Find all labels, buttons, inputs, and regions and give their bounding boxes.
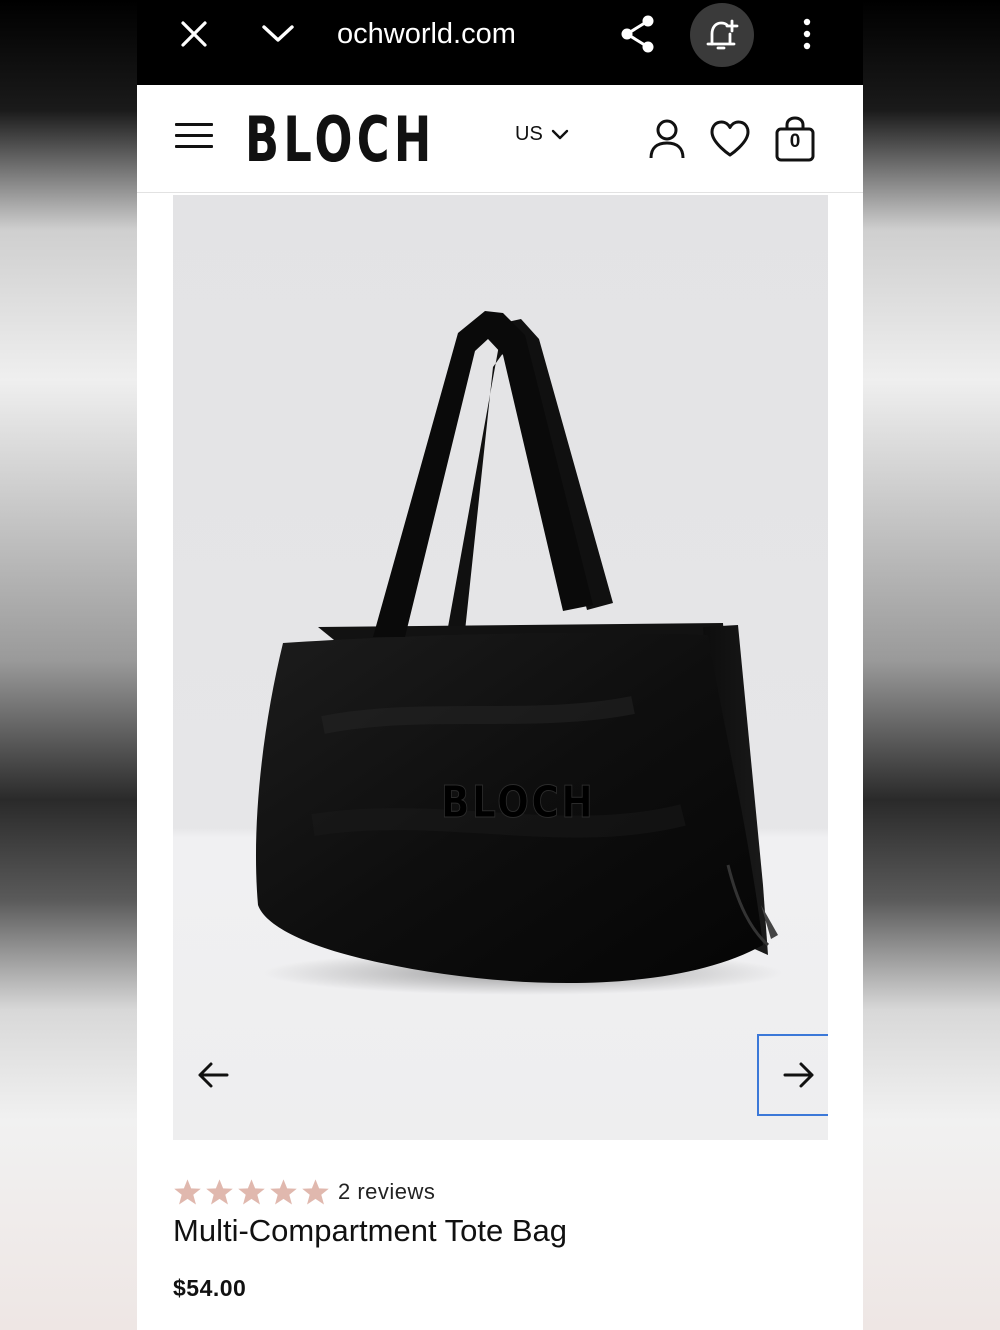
star-icon — [206, 1179, 233, 1205]
arrow-left-icon — [198, 1062, 229, 1088]
rating-stars — [173, 1178, 330, 1206]
page: ochworld.com BLOCH US 0 BLOCH 2 reviews … — [137, 0, 863, 1330]
share-icon[interactable] — [617, 0, 659, 68]
more-vert-icon[interactable] — [792, 0, 822, 68]
region-label: US — [515, 123, 543, 145]
menu-icon[interactable] — [175, 123, 213, 153]
next-image-button[interactable] — [757, 1034, 828, 1116]
cart-count: 0 — [789, 131, 801, 152]
previous-image-button[interactable] — [173, 1035, 253, 1115]
product-title: Multi-Compartment Tote Bag — [173, 1213, 567, 1248]
logo[interactable]: BLOCH — [245, 105, 436, 175]
region-selector[interactable]: US — [515, 123, 569, 146]
star-icon — [270, 1179, 297, 1205]
shopping-bag-icon[interactable]: 0 — [773, 115, 817, 163]
site-header: BLOCH US 0 — [137, 85, 863, 193]
star-icon — [174, 1179, 201, 1205]
chevron-down-icon[interactable] — [257, 0, 299, 68]
product-gallery: BLOCH — [173, 195, 828, 1140]
account-icon[interactable] — [645, 115, 689, 163]
browser-toolbar: ochworld.com — [137, 0, 863, 85]
bell-plus-icon[interactable] — [690, 3, 754, 67]
close-icon[interactable] — [173, 0, 215, 68]
review-count[interactable]: 2 reviews — [338, 1179, 435, 1205]
chevron-down-icon — [551, 129, 568, 139]
bag-logo-text: BLOCH — [441, 776, 595, 828]
product-rating[interactable]: 2 reviews — [173, 1178, 435, 1206]
star-icon — [302, 1179, 329, 1205]
arrow-right-icon — [783, 1062, 813, 1088]
url-text[interactable]: ochworld.com — [337, 14, 567, 54]
heart-icon[interactable] — [708, 115, 752, 163]
product-price: $54.00 — [173, 1275, 247, 1301]
product-image[interactable]: BLOCH — [203, 305, 813, 1005]
star-icon — [238, 1179, 265, 1205]
